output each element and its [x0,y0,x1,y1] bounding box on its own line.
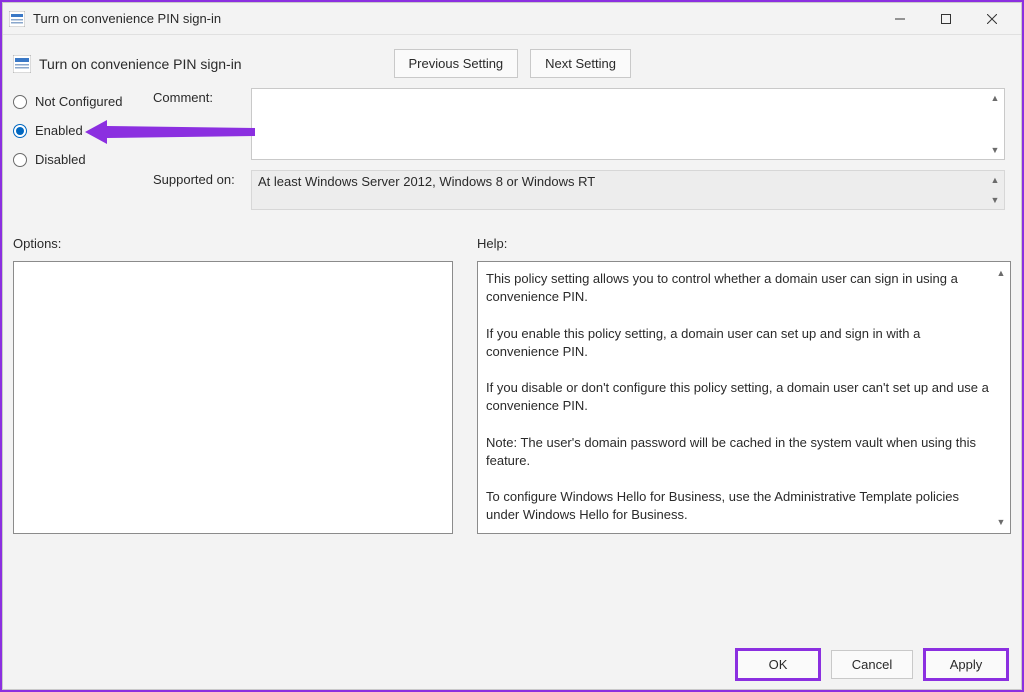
radio-label: Not Configured [35,94,122,109]
comment-label: Comment: [153,88,251,160]
minimize-button[interactable] [877,5,923,33]
config-row: Not Configured Enabled Disabled Comment:… [3,88,1021,220]
radio-icon [13,124,27,138]
dialog-footer: OK Cancel Apply [737,650,1007,679]
state-radio-group: Not Configured Enabled Disabled [13,88,153,220]
window-controls [877,5,1015,33]
radio-label: Enabled [35,123,83,138]
radio-label: Disabled [35,152,86,167]
radio-enabled[interactable]: Enabled [13,123,153,138]
radio-disabled[interactable]: Disabled [13,152,153,167]
options-pane: Options: [13,236,453,534]
setting-title: Turn on convenience PIN sign-in [39,56,242,72]
scroll-up-icon[interactable]: ▲ [988,173,1002,187]
nav-buttons: Previous Setting Next Setting [394,49,1012,78]
scroll-down-icon[interactable]: ▼ [988,143,1002,157]
comment-input[interactable]: ▲ ▼ [251,88,1005,160]
options-box[interactable] [13,261,453,534]
radio-icon [13,153,27,167]
supported-label: Supported on: [153,170,251,210]
supported-on-box: At least Windows Server 2012, Windows 8 … [251,170,1005,210]
maximize-button[interactable] [923,5,969,33]
help-label: Help: [477,236,1011,251]
fields-column: Comment: ▲ ▼ Supported on: At least Wind… [153,88,1011,220]
help-pane: Help: This policy setting allows you to … [477,236,1011,534]
scroll-down-icon[interactable]: ▼ [994,515,1008,529]
supported-value: At least Windows Server 2012, Windows 8 … [258,174,595,189]
ok-button[interactable]: OK [737,650,819,679]
apply-button[interactable]: Apply [925,650,1007,679]
help-text: This policy setting allows you to contro… [478,262,1010,533]
help-box: This policy setting allows you to contro… [477,261,1011,534]
scroll-down-icon[interactable]: ▼ [988,193,1002,207]
lower-panes: Options: Help: This policy setting allow… [3,220,1021,534]
next-setting-button[interactable]: Next Setting [530,49,631,78]
options-label: Options: [13,236,453,251]
app-icon [9,11,25,27]
supported-row: Supported on: At least Windows Server 20… [153,170,1005,210]
previous-setting-button[interactable]: Previous Setting [394,49,519,78]
scroll-up-icon[interactable]: ▲ [994,266,1008,280]
radio-icon [13,95,27,109]
scroll-up-icon[interactable]: ▲ [988,91,1002,105]
titlebar: Turn on convenience PIN sign-in [3,3,1021,35]
comment-row: Comment: ▲ ▼ [153,88,1005,160]
cancel-button[interactable]: Cancel [831,650,913,679]
policy-dialog: Turn on convenience PIN sign-in Turn on … [2,2,1022,690]
setting-icon [13,55,31,73]
radio-not-configured[interactable]: Not Configured [13,94,153,109]
close-button[interactable] [969,5,1015,33]
subheader: Turn on convenience PIN sign-in Previous… [3,35,1021,88]
window-title: Turn on convenience PIN sign-in [33,11,877,26]
